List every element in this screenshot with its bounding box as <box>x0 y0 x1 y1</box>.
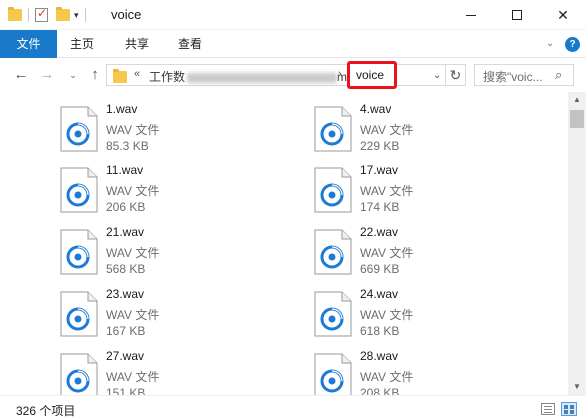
file-item[interactable]: 1.wav WAV 文件 85.3 KB <box>60 102 300 164</box>
folder-icon[interactable] <box>8 7 22 21</box>
breadcrumb-parent-prefix: 工作数 <box>149 70 186 84</box>
file-type: WAV 文件 <box>360 308 414 322</box>
audio-file-icon <box>60 167 98 213</box>
title-bar: ▾ voice ✕ <box>0 0 586 30</box>
status-bar: 326 个项目 <box>0 395 586 420</box>
tab-view[interactable]: 查看 <box>170 30 210 58</box>
file-item[interactable]: 22.wav WAV 文件 669 KB <box>314 225 554 287</box>
file-name: 22.wav <box>360 225 399 239</box>
file-name: 4.wav <box>360 102 392 116</box>
file-size: 151 KB <box>106 386 146 395</box>
quick-access-toolbar: ▾ <box>8 6 92 24</box>
maximize-button[interactable] <box>494 0 540 30</box>
minimize-button[interactable] <box>448 0 494 30</box>
tab-share[interactable]: 共享 <box>117 30 157 58</box>
file-name: 27.wav <box>106 349 145 363</box>
file-name: 28.wav <box>360 349 399 363</box>
tab-home[interactable]: 主页 <box>62 30 102 58</box>
help-icon[interactable]: ? <box>565 37 580 52</box>
search-placeholder: 搜索"voic... <box>483 70 543 84</box>
audio-file-icon <box>60 229 98 275</box>
breadcrumb-separator-icon[interactable]: › <box>338 68 342 80</box>
scroll-down-icon[interactable]: ▼ <box>568 379 586 395</box>
back-button[interactable]: ← <box>12 66 30 84</box>
audio-file-icon <box>314 353 352 395</box>
file-type: WAV 文件 <box>106 308 160 322</box>
search-icon[interactable]: ⌕ <box>555 67 562 83</box>
search-input[interactable]: 搜索"voic... ⌕ <box>474 64 574 86</box>
file-list: 1.wav WAV 文件 85.3 KB 4.wav WAV 文件 229 KB… <box>0 92 568 395</box>
file-item[interactable]: 27.wav WAV 文件 151 KB <box>60 349 300 395</box>
recent-locations-icon[interactable]: ⌄ <box>64 66 82 84</box>
file-item[interactable]: 11.wav WAV 文件 206 KB <box>60 163 300 225</box>
navigation-bar: ← → ⌄ ↑ « 工作数 m) › voice ⌄ ↻ 搜索"voic... ⌕ <box>0 58 586 92</box>
file-type: WAV 文件 <box>360 123 414 137</box>
address-bar[interactable]: « 工作数 m) › voice ⌄ <box>106 61 446 89</box>
audio-file-icon <box>314 291 352 337</box>
toolbar-divider <box>84 8 86 22</box>
file-type: WAV 文件 <box>360 184 414 198</box>
file-type: WAV 文件 <box>360 370 414 384</box>
file-name: 11.wav <box>106 163 144 177</box>
file-type: WAV 文件 <box>106 246 160 260</box>
file-name: 21.wav <box>106 225 145 239</box>
forward-button[interactable]: → <box>38 66 56 84</box>
close-button[interactable]: ✕ <box>540 0 586 30</box>
file-size: 229 KB <box>360 139 400 153</box>
file-item[interactable]: 17.wav WAV 文件 174 KB <box>314 163 554 225</box>
ribbon-tabs: 文件 主页 共享 查看 ⌄ ? <box>0 30 586 58</box>
overflow-chevron-icon[interactable]: « <box>134 68 140 80</box>
file-item[interactable]: 21.wav WAV 文件 568 KB <box>60 225 300 287</box>
file-type: WAV 文件 <box>106 184 160 198</box>
scroll-thumb[interactable] <box>570 110 584 128</box>
audio-file-icon <box>314 167 352 213</box>
file-size: 669 KB <box>360 262 400 276</box>
file-size: 174 KB <box>360 200 400 214</box>
scroll-up-icon[interactable]: ▲ <box>568 92 586 108</box>
file-type: WAV 文件 <box>360 246 414 260</box>
audio-file-icon <box>60 353 98 395</box>
file-item[interactable]: 24.wav WAV 文件 618 KB <box>314 287 554 349</box>
file-size: 618 KB <box>360 324 400 338</box>
file-name: 17.wav <box>360 163 399 177</box>
details-view-icon[interactable] <box>541 403 555 415</box>
file-size: 85.3 KB <box>106 139 149 153</box>
file-name: 23.wav <box>106 287 145 301</box>
folder-icon <box>113 69 127 83</box>
file-size: 167 KB <box>106 324 146 338</box>
vertical-scrollbar[interactable]: ▲ ▼ <box>568 92 586 395</box>
file-name: 24.wav <box>360 287 399 301</box>
audio-file-icon <box>60 291 98 337</box>
redacted-text <box>187 72 338 83</box>
file-type: WAV 文件 <box>106 370 160 384</box>
file-item[interactable]: 23.wav WAV 文件 167 KB <box>60 287 300 349</box>
close-icon: ✕ <box>557 6 569 23</box>
refresh-button[interactable]: ↻ <box>446 64 466 86</box>
maximize-icon <box>512 10 522 20</box>
tab-file[interactable]: 文件 <box>0 30 57 58</box>
file-item[interactable]: 4.wav WAV 文件 229 KB <box>314 102 554 164</box>
file-size: 208 KB <box>360 386 400 395</box>
breadcrumb-parent[interactable]: 工作数 m) <box>149 68 351 85</box>
breadcrumb-current[interactable]: voice <box>356 68 384 82</box>
item-count: 326 个项目 <box>16 404 76 418</box>
file-size: 206 KB <box>106 200 146 214</box>
file-item[interactable]: 28.wav WAV 文件 208 KB <box>314 349 554 395</box>
new-folder-icon[interactable] <box>56 7 70 21</box>
address-dropdown-icon[interactable]: ⌄ <box>433 70 441 81</box>
window-title: voice <box>111 7 142 22</box>
minimize-icon <box>466 14 476 16</box>
up-button[interactable]: ↑ <box>86 66 104 84</box>
file-name: 1.wav <box>106 102 138 116</box>
customize-caret-icon[interactable]: ▾ <box>74 10 79 21</box>
tiles-view-icon[interactable] <box>561 402 577 416</box>
expand-ribbon-icon[interactable]: ⌄ <box>546 38 554 49</box>
audio-file-icon <box>60 106 98 152</box>
toolbar-divider <box>28 8 29 22</box>
properties-icon[interactable] <box>35 6 48 22</box>
audio-file-icon <box>314 106 352 152</box>
audio-file-icon <box>314 229 352 275</box>
file-size: 568 KB <box>106 262 146 276</box>
file-type: WAV 文件 <box>106 123 160 137</box>
